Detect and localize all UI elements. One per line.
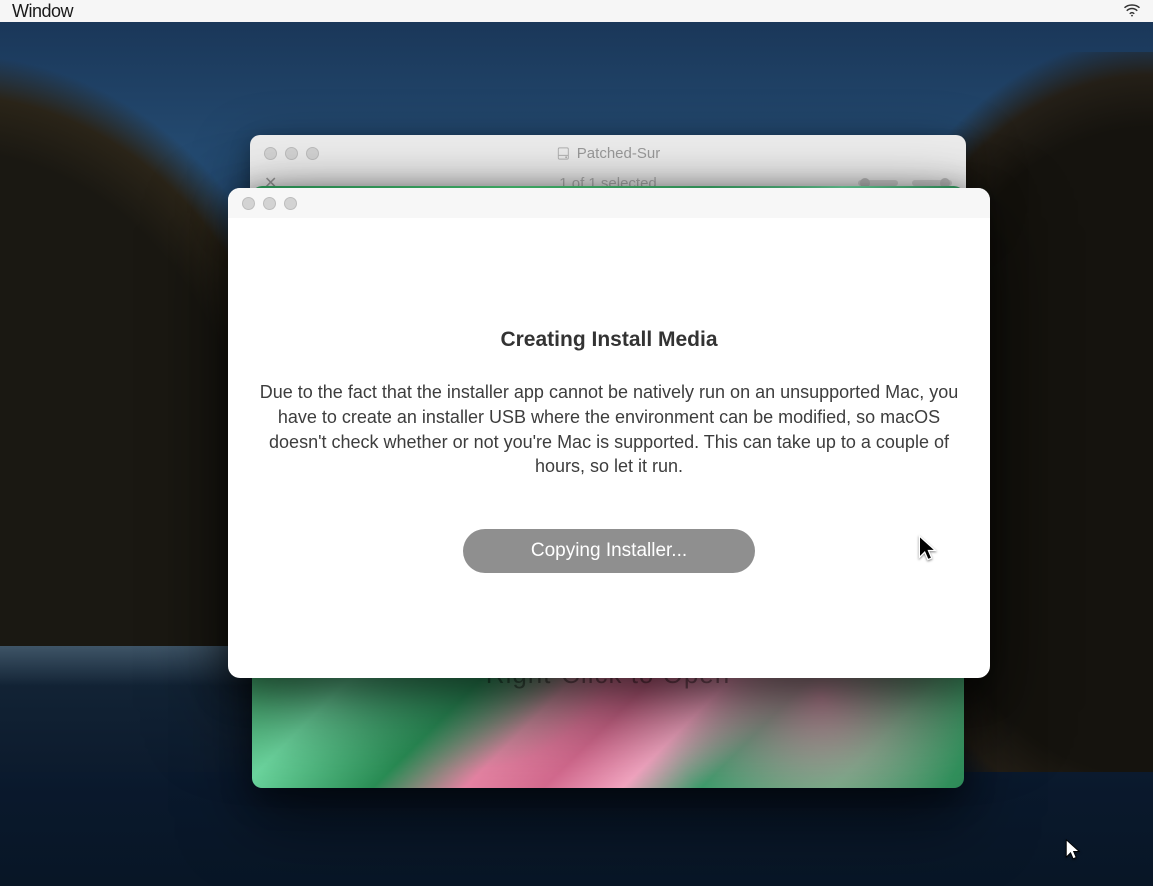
copying-installer-button[interactable]: Copying Installer... [463,529,755,573]
wifi-icon[interactable] [1123,3,1141,20]
menubar: Window [0,0,1153,22]
dialog-body-text: Due to the fact that the installer app c… [249,380,969,479]
zoom-icon[interactable] [284,197,297,210]
dialog-traffic-lights [242,197,297,210]
close-icon[interactable] [242,197,255,210]
dialog-content: Creating Install Media Due to the fact t… [228,218,990,573]
dialog-heading: Creating Install Media [248,328,970,352]
finder-title-text: Patched-Sur [577,145,660,162]
minimize-icon[interactable] [285,147,298,160]
cursor-icon [1065,839,1083,868]
minimize-icon[interactable] [263,197,276,210]
close-icon[interactable] [264,147,277,160]
disk-icon [556,146,571,161]
cursor-icon [917,535,941,570]
menubar-menu-item[interactable]: Window [12,1,73,22]
finder-titlebar[interactable]: Patched-Sur [250,135,966,171]
finder-window-title: Patched-Sur [556,145,660,162]
dialog-titlebar[interactable] [228,188,990,218]
finder-traffic-lights [264,147,319,160]
patched-sur-dialog: Creating Install Media Due to the fact t… [228,188,990,678]
zoom-icon[interactable] [306,147,319,160]
progress-button-label: Copying Installer... [531,540,687,562]
